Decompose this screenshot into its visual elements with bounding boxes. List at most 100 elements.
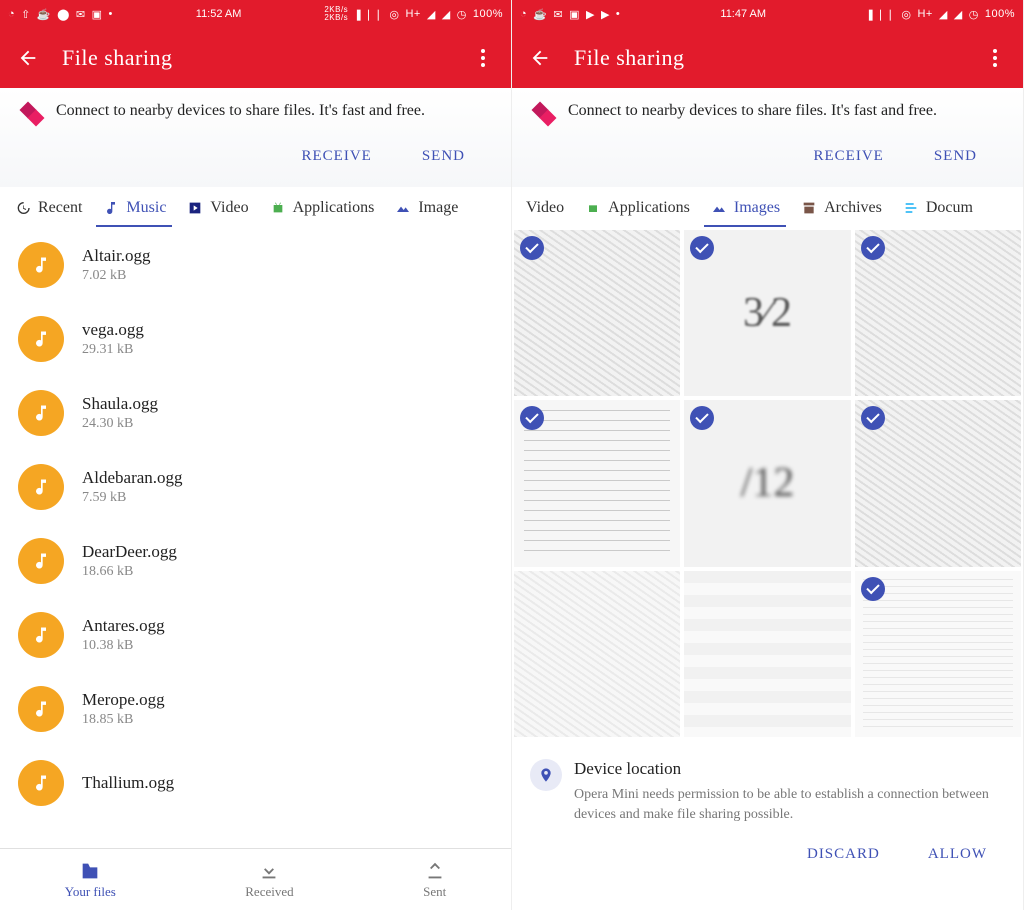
list-item[interactable]: Aldebaran.ogg 7.59 kB <box>0 450 511 524</box>
dot-icon: • <box>109 8 113 20</box>
tab-video[interactable]: Video <box>180 195 254 227</box>
share-banner: Connect to nearby devices to share files… <box>512 88 1023 187</box>
image-thumb[interactable] <box>514 400 680 566</box>
file-name: Merope.ogg <box>82 690 165 710</box>
music-file-icon <box>18 686 64 732</box>
image-thumb[interactable] <box>684 571 850 737</box>
allow-button[interactable]: ALLOW <box>928 846 987 863</box>
archive-icon <box>800 199 818 217</box>
overflow-menu[interactable] <box>979 42 1011 74</box>
opera-icon: ◔ <box>520 8 527 20</box>
tab-label: Archives <box>824 199 882 217</box>
selected-check-icon <box>690 406 714 430</box>
tab-video[interactable]: Video <box>520 195 570 227</box>
folder-icon <box>79 860 101 882</box>
file-size: 10.38 kB <box>82 638 165 654</box>
list-item[interactable]: Antares.ogg10.38 kB <box>0 598 511 672</box>
file-list[interactable]: Altair.ogg7.02 kB vega.ogg 29.31 kB Shaul… <box>0 228 511 848</box>
send-button[interactable]: SEND <box>422 148 465 165</box>
clock-icon: ◷ <box>969 8 979 21</box>
vibrate-icon: ❚❘❘ <box>354 8 383 21</box>
left-pane: ◔ ⇧ ☕ ⬤ ✉ ▣ • 11:52 AM 2KB/s 2KB/s ❚❘❘ ◎… <box>0 0 512 910</box>
upload-icon <box>424 860 446 882</box>
file-name: Shaula.ogg <box>82 394 158 414</box>
back-button[interactable] <box>524 42 556 74</box>
category-tabs: Recent Music Video Applications Image <box>0 187 511 228</box>
nav-received[interactable]: Received <box>245 860 293 900</box>
nav-label: Your files <box>65 884 116 900</box>
tab-label: Video <box>210 199 248 217</box>
image-thumb[interactable] <box>855 400 1021 566</box>
tab-images[interactable]: Image <box>388 195 464 227</box>
file-name: vega.ogg <box>82 320 144 340</box>
selected-check-icon <box>861 406 885 430</box>
right-pane: ◔ ☕ ✉ ▣ ▶ ▶ • 11:47 AM ❚❘❘ ◎ H+ ◢ ◢ ◷ 10… <box>512 0 1024 910</box>
music-file-icon <box>18 390 64 436</box>
app-bar: File sharing <box>512 28 1023 88</box>
upload-icon: ⇧ <box>21 8 31 21</box>
tab-documents[interactable]: Docum <box>896 195 979 227</box>
image-thumb[interactable] <box>855 571 1021 737</box>
nav-your-files[interactable]: Your files <box>65 860 116 900</box>
clock-icon: ◷ <box>457 8 467 21</box>
file-size: 18.85 kB <box>82 712 165 728</box>
banner-text: Connect to nearby devices to share files… <box>56 102 425 120</box>
network-h: H+ <box>405 8 420 20</box>
tab-label: Video <box>526 199 564 217</box>
nav-sent[interactable]: Sent <box>423 860 446 900</box>
mail-icon: ✉ <box>76 8 86 21</box>
tab-archives[interactable]: Archives <box>794 195 888 227</box>
clock-icon <box>14 199 32 217</box>
file-size: 18.66 kB <box>82 564 177 580</box>
send-button[interactable]: SEND <box>934 148 977 165</box>
tab-music[interactable]: Music <box>96 195 172 227</box>
list-item[interactable]: DearDeer.ogg18.66 kB <box>0 524 511 598</box>
selected-check-icon <box>861 236 885 260</box>
bottom-nav: Your files Received Sent <box>0 848 511 910</box>
image-icon <box>710 199 728 217</box>
receive-button[interactable]: RECEIVE <box>302 148 372 165</box>
image-thumb[interactable]: /12 <box>684 400 850 566</box>
image-thumb[interactable] <box>514 571 680 737</box>
image-thumb[interactable] <box>855 230 1021 396</box>
list-item[interactable]: Thallium.ogg <box>0 746 511 806</box>
image-icon: ▣ <box>569 8 580 21</box>
list-item[interactable]: Shaula.ogg 24.30 kB <box>0 376 511 450</box>
back-button[interactable] <box>12 42 44 74</box>
file-size: 29.31 kB <box>82 342 144 358</box>
nav-label: Sent <box>423 884 446 900</box>
list-item[interactable]: Merope.ogg 18.85 kB <box>0 672 511 746</box>
vibrate-icon: ❚❘❘ <box>866 8 895 21</box>
permission-body: Opera Mini needs permission to be able t… <box>574 785 1005 826</box>
app-bar: File sharing <box>0 28 511 88</box>
tab-applications[interactable]: Applications <box>263 195 381 227</box>
tab-label: Docum <box>926 199 973 217</box>
nav-label: Received <box>245 884 293 900</box>
android-icon <box>269 199 287 217</box>
file-name: Thallium.ogg <box>82 773 174 793</box>
music-file-icon <box>18 760 64 806</box>
image-thumb[interactable]: 3⁄2 <box>684 230 850 396</box>
image-thumb[interactable] <box>514 230 680 396</box>
location-icon <box>530 759 562 791</box>
file-size: 24.30 kB <box>82 416 158 432</box>
discard-button[interactable]: DISCARD <box>807 846 880 863</box>
tab-label: Music <box>126 199 166 217</box>
tab-images[interactable]: Images <box>704 195 786 227</box>
tab-label: Applications <box>293 199 375 217</box>
music-icon <box>102 199 120 217</box>
hotspot-icon: ◎ <box>389 8 399 21</box>
list-item[interactable]: Altair.ogg7.02 kB <box>0 228 511 302</box>
tab-recent[interactable]: Recent <box>8 195 88 227</box>
tab-applications[interactable]: Applications <box>578 195 696 227</box>
file-name: Aldebaran.ogg <box>82 468 183 488</box>
share-icon <box>528 102 556 130</box>
receive-button[interactable]: RECEIVE <box>814 148 884 165</box>
mail-icon: ✉ <box>553 8 563 21</box>
banner-text: Connect to nearby devices to share files… <box>568 102 937 120</box>
overflow-menu[interactable] <box>467 42 499 74</box>
battery-text: 100% <box>473 8 503 20</box>
network-h: H+ <box>917 8 932 20</box>
list-item[interactable]: vega.ogg 29.31 kB <box>0 302 511 376</box>
file-size: 7.59 kB <box>82 490 183 506</box>
